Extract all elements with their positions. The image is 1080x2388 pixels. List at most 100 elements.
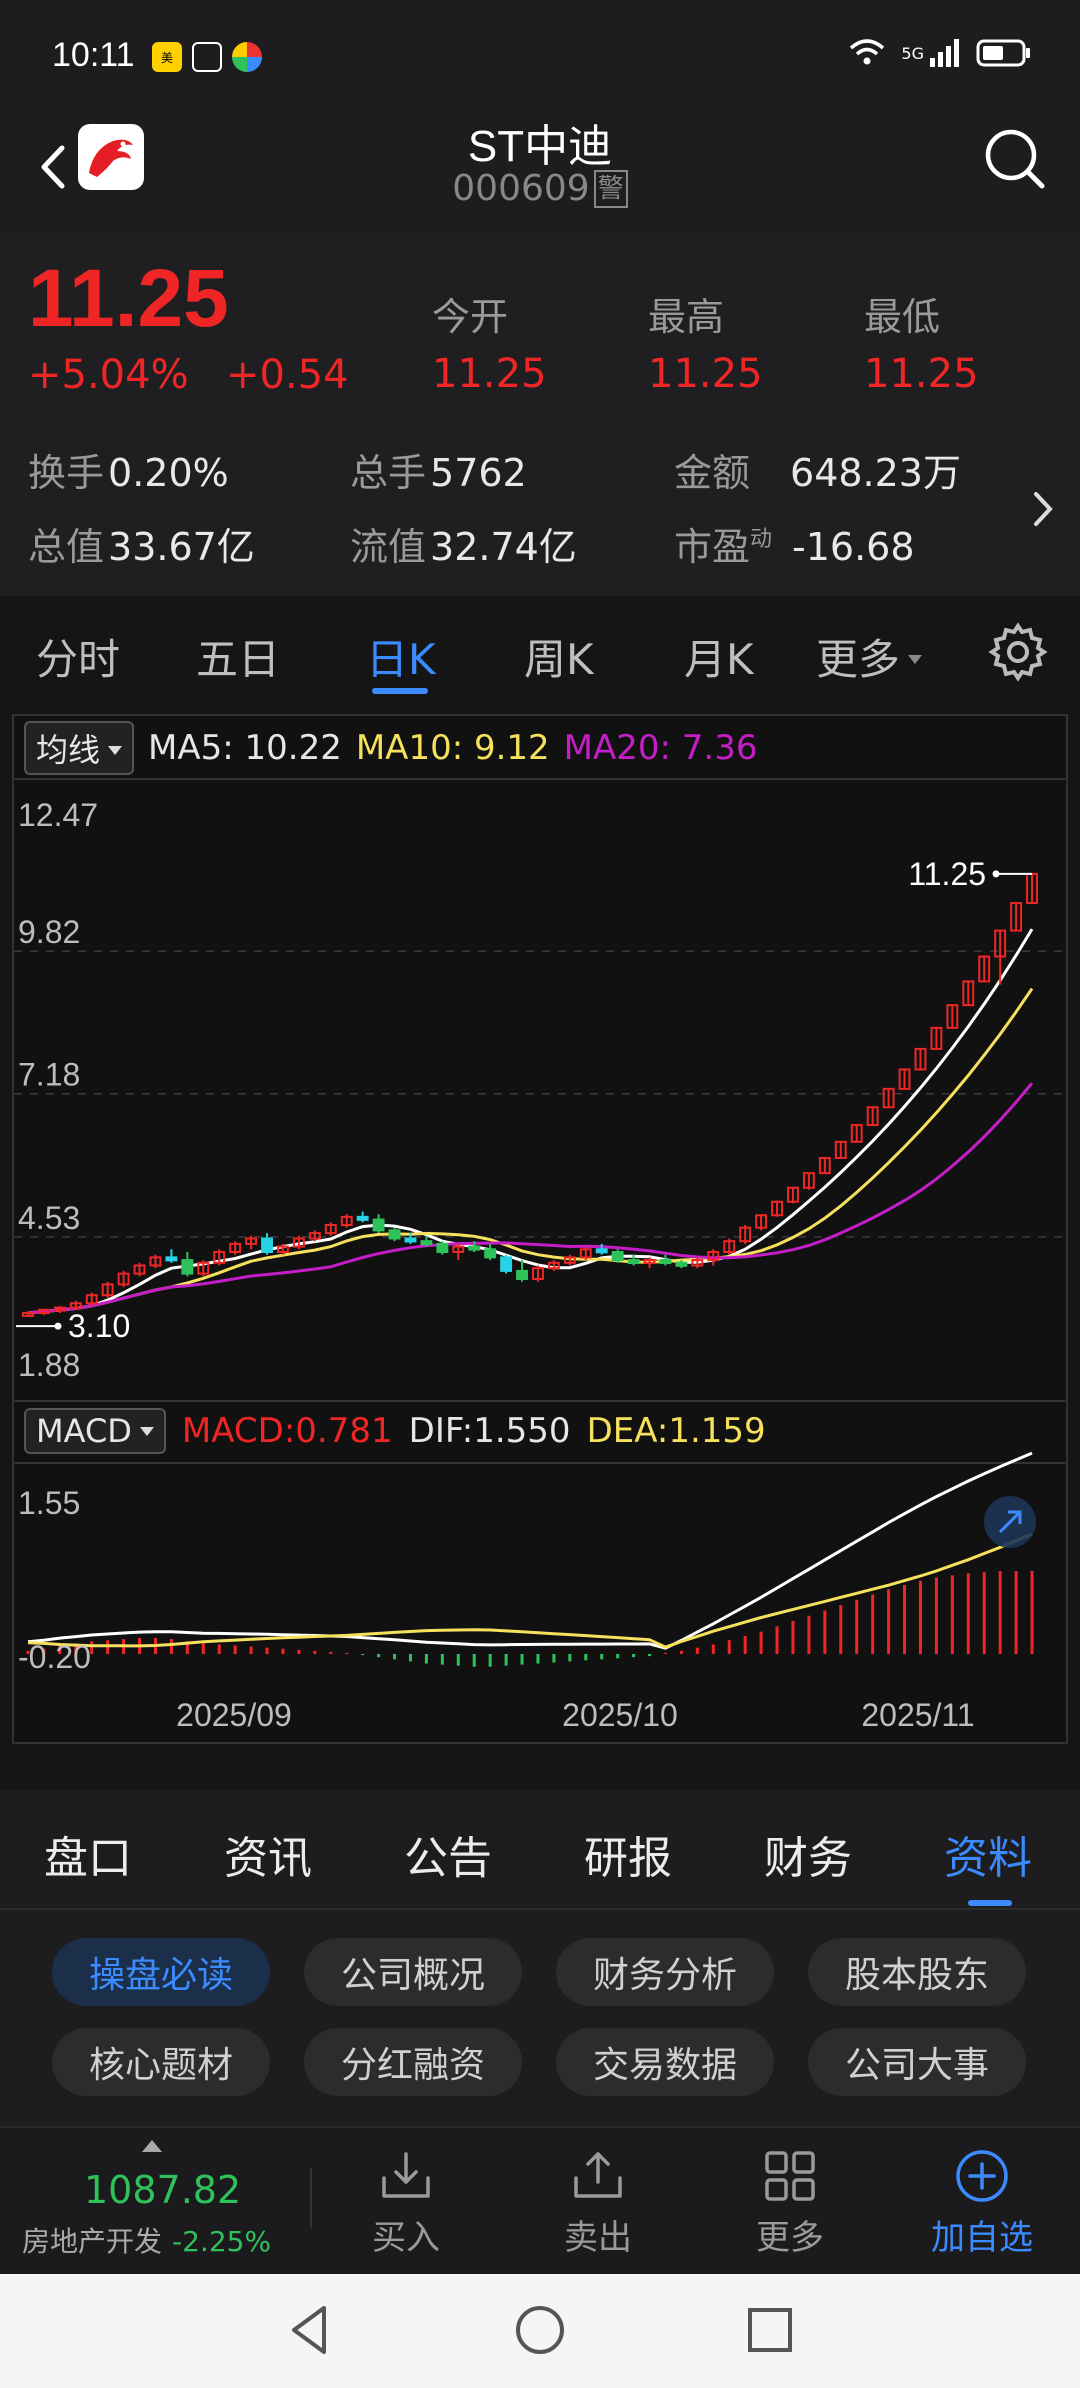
chip-shareholders[interactable]: 股本股东	[808, 1938, 1026, 2006]
y-tick-label: 1.88	[18, 1347, 80, 1383]
low-value: 11.25	[864, 351, 979, 397]
pe-label: 市盈	[674, 525, 751, 569]
volume-stat: 总手 5762	[350, 442, 527, 497]
candle-body	[261, 1237, 273, 1253]
high-col: 最高 11.25	[648, 286, 763, 397]
chip-dividends[interactable]: 分红融资	[304, 2028, 522, 2096]
network-type: 5G	[901, 43, 924, 63]
search-icon[interactable]	[980, 124, 1050, 194]
notification-icons: 美	[152, 42, 262, 72]
chip-financial-analysis[interactable]: 财务分析	[556, 1938, 774, 2006]
high-marker-label: 11.25	[908, 856, 986, 892]
candle-body	[500, 1256, 513, 1272]
sell-button[interactable]: 卖出	[538, 2148, 658, 2259]
tab-finance[interactable]: 财务	[764, 1822, 852, 1886]
buy-label: 买入	[372, 2218, 440, 2258]
wifi-icon	[850, 39, 885, 65]
nav-recents-icon[interactable]	[740, 2300, 800, 2360]
profile-chips: 操盘必读 公司概况 财务分析 股本股东 核心题材 分红融资 交易数据 公司大事	[0, 1908, 1080, 2126]
volume-value: 5762	[430, 451, 527, 495]
meituan-icon: 美	[152, 42, 182, 72]
macd-y-tick-label: 1.55	[18, 1485, 80, 1521]
sell-label: 卖出	[564, 2218, 632, 2258]
nav-back-icon[interactable]	[280, 2300, 340, 2360]
tab-handicap[interactable]: 盘口	[44, 1822, 132, 1886]
high-value: 11.25	[648, 351, 763, 397]
y-tick-label: 4.53	[18, 1200, 80, 1236]
y-tick-label: 7.18	[18, 1057, 80, 1093]
chip-company-overview[interactable]: 公司概况	[304, 1938, 522, 2006]
info-tabs: 盘口 资讯 公告 研报 财务 资料	[0, 1790, 1080, 1908]
tab-intraday[interactable]: 分时	[36, 626, 120, 687]
grid-icon	[765, 2151, 815, 2201]
download-tray-icon	[382, 2152, 430, 2198]
open-col: 今开 11.25	[432, 286, 547, 397]
add-watchlist-button[interactable]: 加自选	[922, 2148, 1042, 2259]
gear-icon[interactable]	[986, 620, 1050, 684]
candle-body	[181, 1259, 194, 1275]
chart-period-tabs: 分时 五日 日K 周K 月K 更多	[0, 596, 1080, 706]
candle-body	[388, 1229, 401, 1240]
change-percent: +5.04%	[28, 352, 189, 398]
candle-body	[165, 1256, 178, 1262]
pe-stat: 市盈动 -16.68	[674, 516, 915, 571]
status-bar: 10:11 美 5G	[0, 0, 1080, 110]
change-amount: +0.54	[226, 352, 349, 398]
mktcap-value: 33.67亿	[108, 525, 255, 569]
stock-name: ST中迪	[467, 122, 613, 171]
chip-trading-data[interactable]: 交易数据	[556, 2028, 774, 2096]
turnover-label: 换手	[28, 451, 105, 495]
chevron-down-icon	[908, 655, 923, 664]
low-marker-dot	[54, 1322, 62, 1330]
tab-more[interactable]: 更多	[816, 626, 923, 687]
tab-profile[interactable]: 资料	[944, 1822, 1032, 1886]
turnover-stat: 换手 0.20%	[28, 442, 229, 497]
high-marker-dot	[992, 870, 1000, 878]
open-value: 11.25	[432, 351, 547, 397]
tab-weekly-k[interactable]: 周K	[524, 626, 594, 687]
candle-body	[484, 1248, 497, 1259]
candle-body	[436, 1242, 449, 1253]
tab-news[interactable]: 资讯	[224, 1822, 312, 1886]
tab-daily-k[interactable]: 日K	[366, 626, 436, 687]
nav-home-icon[interactable]	[510, 2300, 570, 2360]
sector-change: -2.25%	[172, 2225, 272, 2258]
buy-button[interactable]: 买入	[346, 2148, 466, 2259]
float-value: 32.74亿	[430, 525, 577, 569]
sector-index-value[interactable]: 1087.82	[84, 2168, 241, 2212]
browser-icon	[232, 42, 262, 72]
high-label: 最高	[648, 295, 725, 339]
stock-header: ST中迪 000609 警	[0, 110, 1080, 234]
chevron-right-icon[interactable]	[1028, 484, 1058, 534]
tab-monthly-k[interactable]: 月K	[684, 626, 754, 687]
candle-body	[659, 1259, 672, 1265]
chip-company-events[interactable]: 公司大事	[808, 2028, 1026, 2096]
candle-body	[595, 1248, 608, 1254]
ma20-line	[27, 1082, 1034, 1315]
float-stat: 流值 32.74亿	[350, 516, 577, 571]
stock-code: 000609	[452, 168, 590, 209]
y-tick-label: 9.82	[18, 914, 80, 950]
float-label: 流值	[350, 525, 427, 569]
pe-value: -16.68	[792, 525, 915, 569]
chip-core-themes[interactable]: 核心题材	[52, 2028, 270, 2096]
candle-body	[675, 1261, 688, 1267]
expand-up-icon[interactable]	[142, 2140, 162, 2152]
low-col: 最低 11.25	[864, 286, 979, 397]
add-watchlist-label: 加自选	[931, 2218, 1033, 2258]
tab-research[interactable]: 研报	[584, 1822, 672, 1886]
amount-label: 金额	[674, 451, 751, 495]
kline-chart[interactable]: 均线 MA5: 10.22 MA10: 9.12 MA20: 7.36 MACD…	[12, 714, 1068, 1744]
ma5-line	[27, 928, 1034, 1315]
amount-stat: 金额 648.23万	[674, 442, 961, 497]
candle-body	[420, 1240, 433, 1246]
open-label: 今开	[432, 295, 509, 339]
sector-index[interactable]: 房地产开发 -2.25%	[22, 2220, 271, 2260]
warning-badge: 警	[593, 170, 628, 208]
tab-five-day[interactable]: 五日	[196, 626, 280, 687]
tab-announcements[interactable]: 公告	[404, 1822, 492, 1886]
more-button[interactable]: 更多	[730, 2148, 850, 2259]
mktcap-label: 总值	[28, 525, 105, 569]
tab-indicator	[968, 1900, 1012, 1906]
chip-must-read[interactable]: 操盘必读	[52, 1938, 270, 2006]
